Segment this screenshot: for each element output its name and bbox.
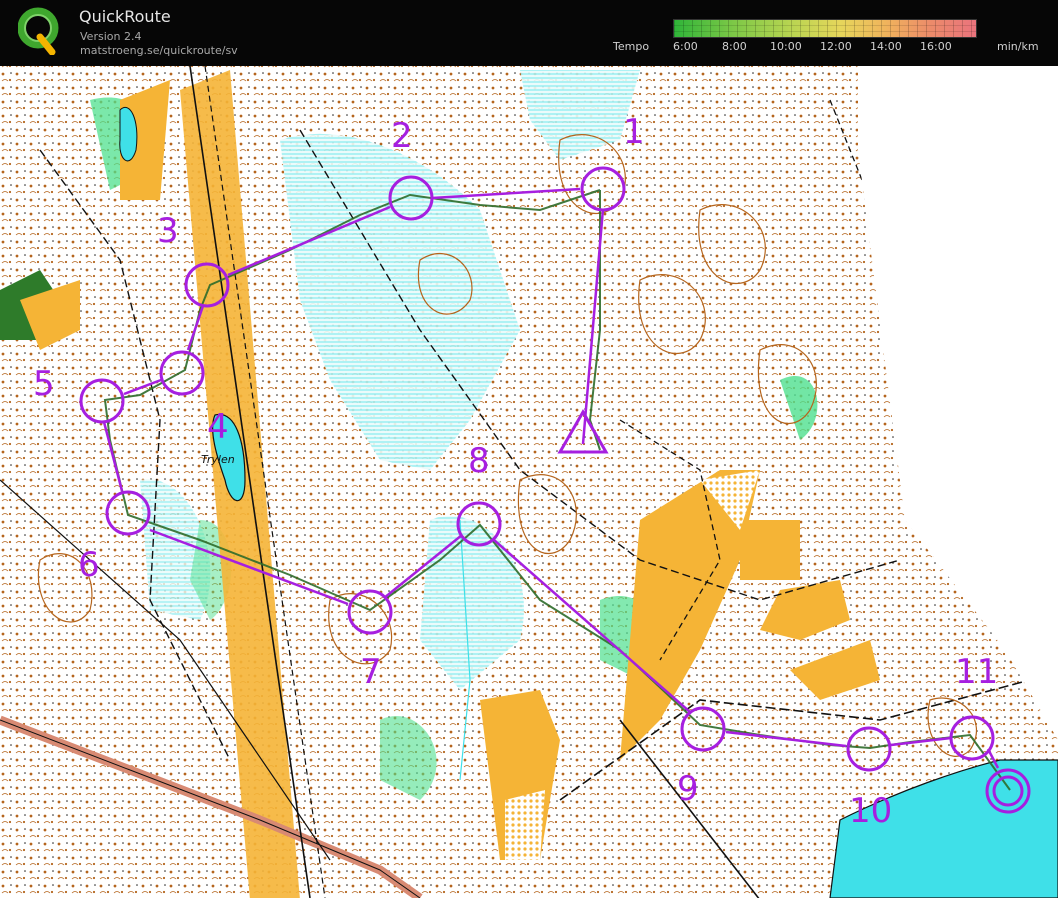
tempo-unit: min/km <box>997 40 1039 53</box>
orienteering-map[interactable]: 1 2 3 4 5 6 7 8 9 10 11 Trylen <box>0 66 1058 898</box>
tempo-label: Tempo <box>613 40 650 53</box>
control-number: 2 <box>391 116 413 156</box>
control-number: 3 <box>157 211 179 251</box>
control-number: 11 <box>955 652 998 692</box>
app-title: QuickRoute <box>79 7 171 26</box>
map-canvas[interactable]: 1 2 3 4 5 6 7 8 9 10 11 Trylen <box>0 66 1058 898</box>
map-terrain <box>0 66 1058 898</box>
control-number: 1 <box>623 112 645 152</box>
control-number: 8 <box>468 441 490 481</box>
control-number: 10 <box>849 791 892 831</box>
control-number: 9 <box>677 769 699 809</box>
tempo-color-scale <box>673 19 977 38</box>
control-number: 7 <box>360 652 382 692</box>
control-number: 4 <box>207 407 229 447</box>
app-version: Version 2.4 <box>80 30 142 43</box>
tempo-tick: 14:00 <box>870 40 902 53</box>
tempo-tick: 10:00 <box>770 40 802 53</box>
tempo-tick: 6:00 <box>673 40 698 53</box>
control-number: 5 <box>33 364 55 404</box>
quickroute-logo-icon <box>18 7 59 55</box>
tempo-tick: 8:00 <box>722 40 747 53</box>
tempo-tick: 16:00 <box>920 40 952 53</box>
lake-name-label: Trylen <box>201 453 235 466</box>
tempo-tick: 12:00 <box>820 40 852 53</box>
app-url: matstroeng.se/quickroute/sv <box>80 44 238 57</box>
control-number: 6 <box>78 545 100 585</box>
title-bar: QuickRoute Version 2.4 matstroeng.se/qui… <box>0 0 1058 66</box>
